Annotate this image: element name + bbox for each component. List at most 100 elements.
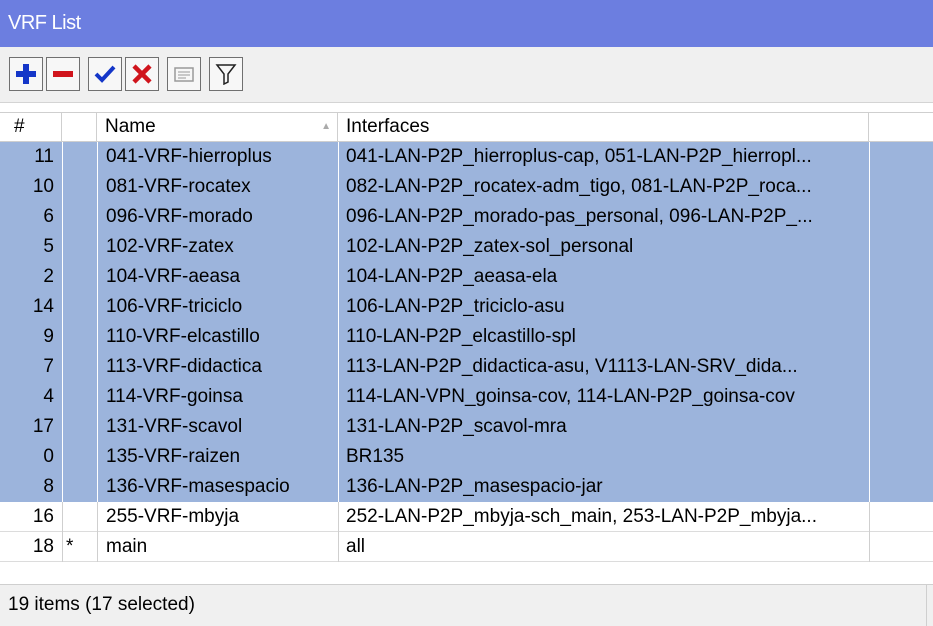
table-row[interactable]: 10 081-VRF-rocatex 082-LAN-P2P_rocatex-adm… (0, 172, 933, 202)
column-divider (338, 382, 339, 412)
column-divider (62, 502, 63, 532)
row-flag (62, 322, 96, 352)
row-number: 4 (43, 386, 54, 407)
row-number: 18 (32, 536, 54, 557)
vrf-interfaces: 110-LAN-P2P_elcastillo-spl (346, 326, 576, 347)
table-row[interactable]: 11 041-VRF-hierroplus 041-LAN-P2P_hierropl… (0, 142, 933, 172)
window-title: VRF List (8, 12, 81, 34)
table-row[interactable]: 6 096-VRF-morado 096-LAN-P2P_morado-pas_pe… (0, 202, 933, 232)
row-number: 14 (32, 296, 54, 317)
column-divider (338, 532, 339, 562)
column-divider (338, 472, 339, 502)
filter-button[interactable] (209, 57, 243, 91)
column-divider (869, 232, 870, 262)
table-row[interactable]: 5 102-VRF-zatex 102-LAN-P2P_zatex-sol_pers… (0, 232, 933, 262)
column-divider (97, 352, 98, 382)
row-flag (62, 232, 96, 262)
vrf-name: 106-VRF-triciclo (106, 296, 243, 317)
row-flag (62, 172, 96, 202)
column-divider (62, 262, 63, 292)
vrf-interfaces: 041-LAN-P2P_hierroplus-cap, 051-LAN-P2P_… (346, 146, 812, 167)
disable-button[interactable] (125, 57, 159, 91)
row-number: 11 (34, 146, 54, 167)
table-row[interactable]: 8 136-VRF-masespacio 136-LAN-P2P_masespaci… (0, 472, 933, 502)
row-flag (62, 262, 96, 292)
minus-icon (53, 71, 73, 77)
column-divider (869, 532, 870, 562)
row-number: 5 (43, 236, 54, 257)
column-divider (338, 172, 339, 202)
column-divider (97, 472, 98, 502)
enable-button[interactable] (88, 57, 122, 91)
column-divider (62, 472, 63, 502)
column-divider (869, 292, 870, 322)
column-header-name-label: Name (105, 116, 156, 137)
comment-button[interactable] (167, 57, 201, 91)
column-divider (97, 322, 98, 352)
column-divider (62, 382, 63, 412)
column-divider (62, 352, 63, 382)
column-divider (62, 322, 63, 352)
column-divider (97, 382, 98, 412)
table-row[interactable]: 9 110-VRF-elcastillo 110-LAN-P2P_elcastill… (0, 322, 933, 352)
comment-icon (174, 67, 194, 82)
column-divider (338, 502, 339, 532)
vrf-interfaces: all (346, 536, 366, 557)
column-divider (869, 172, 870, 202)
remove-button[interactable] (46, 57, 80, 91)
table-row[interactable]: 14 106-VRF-triciclo 106-LAN-P2P_triciclo-a… (0, 292, 933, 322)
column-divider (97, 262, 98, 292)
column-divider (97, 202, 98, 232)
column-divider (869, 382, 870, 412)
column-divider (97, 532, 98, 562)
column-header-name[interactable]: Name ▲ (97, 113, 338, 141)
row-number: 10 (32, 176, 54, 197)
column-header-interfaces[interactable]: Interfaces (338, 113, 869, 141)
column-divider (338, 142, 339, 172)
vrf-name: 255-VRF-mbyja (106, 506, 240, 527)
table-row[interactable]: 4 114-VRF-goinsa 114-LAN-VPN_goinsa-cov, 1… (0, 382, 933, 412)
row-number: 17 (32, 416, 54, 437)
row-number: 16 (32, 506, 54, 527)
column-header-interfaces-label: Interfaces (346, 116, 430, 137)
column-divider (338, 322, 339, 352)
row-flag (62, 472, 96, 502)
column-header-num[interactable]: # (0, 113, 62, 141)
row-number: 7 (43, 356, 54, 377)
column-divider (97, 232, 98, 262)
table-row[interactable]: 17 131-VRF-scavol 131-LAN-P2P_scavol-mra (0, 412, 933, 442)
column-divider (338, 232, 339, 262)
row-number: 6 (43, 206, 54, 227)
row-number: 8 (43, 476, 54, 497)
table-row[interactable]: 18 * main all (0, 532, 933, 562)
vrf-name: 081-VRF-rocatex (106, 176, 251, 197)
filter-icon (215, 64, 237, 85)
vrf-name: 136-VRF-masespacio (106, 476, 290, 497)
vrf-interfaces: 104-LAN-P2P_aeasa-ela (346, 266, 558, 287)
column-divider (338, 292, 339, 322)
row-number: 9 (43, 326, 54, 347)
column-divider (869, 142, 870, 172)
toolbar (0, 47, 933, 103)
row-number: 2 (43, 266, 54, 287)
column-divider (869, 442, 870, 472)
table-row[interactable]: 2 104-VRF-aeasa 104-LAN-P2P_aeasa-ela (0, 262, 933, 292)
table-row[interactable]: 7 113-VRF-didactica 113-LAN-P2P_didactica-… (0, 352, 933, 382)
column-divider (62, 532, 63, 562)
column-header-flag[interactable] (62, 113, 97, 141)
add-button[interactable] (9, 57, 43, 91)
row-flag (62, 412, 96, 442)
vrf-name: 135-VRF-raizen (106, 446, 241, 467)
column-divider (97, 172, 98, 202)
sort-ascending-icon: ▲ (321, 121, 331, 132)
checkmark-icon (94, 65, 116, 83)
column-divider (62, 442, 63, 472)
table-row[interactable]: 0 135-VRF-raizen BR135 (0, 442, 933, 472)
row-flag (62, 442, 96, 472)
row-flag (62, 142, 96, 172)
vrf-interfaces: 096-LAN-P2P_morado-pas_personal, 096-LAN… (346, 206, 813, 227)
row-flag (62, 502, 96, 532)
vrf-interfaces: 252-LAN-P2P_mbyja-sch_main, 253-LAN-P2P_… (346, 506, 817, 527)
column-divider (97, 142, 98, 172)
table-row[interactable]: 16 255-VRF-mbyja 252-LAN-P2P_mbyja-sch_mai… (0, 502, 933, 532)
